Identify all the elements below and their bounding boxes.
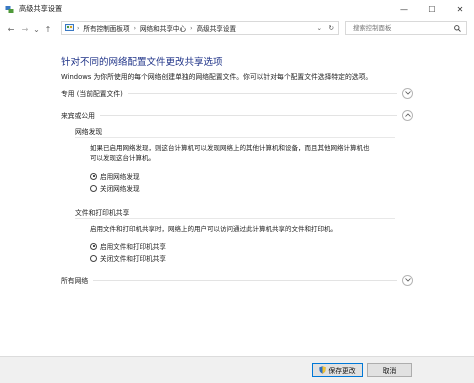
- network-discovery-desc-line2: 可以发现这台计算机。: [90, 154, 155, 162]
- back-arrow-icon: ←: [7, 24, 15, 34]
- search-box[interactable]: [345, 21, 467, 35]
- radio-enable-network-discovery[interactable]: 启用网络发现: [90, 171, 140, 181]
- control-panel-icon: [65, 24, 74, 32]
- radio-disable-file-printer-sharing[interactable]: 关闭文件和打印机共享: [90, 253, 166, 263]
- uac-shield-icon: [319, 366, 327, 374]
- network-discovery-desc-line1: 如果已启用网络发现，则这台计算机可以发现网络上的其他计算机和设备，而且其他网络计…: [90, 144, 370, 152]
- breadcrumb-all-control-panel-items[interactable]: 所有控制面板项: [83, 23, 129, 33]
- title-bar: 高级共享设置 — ☐ ✕: [0, 0, 474, 18]
- breadcrumb-separator-icon: ›: [190, 24, 193, 32]
- page-description: Windows 为你所使用的每个网络创建单独的网络配置文件。你可以针对每个配置文…: [61, 73, 373, 81]
- collapse-chevron-icon[interactable]: [402, 109, 413, 121]
- radio-label: 关闭文件和打印机共享: [100, 255, 166, 263]
- section-divider: [99, 114, 397, 116]
- breadcrumb-separator-icon: ›: [133, 24, 136, 32]
- section-divider: [127, 92, 397, 94]
- address-dropdown-icon[interactable]: ⌄: [316, 24, 322, 32]
- section-private-label: 专用 (当前配置文件): [61, 90, 123, 98]
- network-discovery-title: 网络发现: [75, 128, 103, 136]
- file-printer-sharing-description: 启用文件和打印机共享时，网络上的用户可以访问通过此计算机共享的文件和打印机。: [90, 225, 337, 233]
- section-divider: [93, 279, 397, 281]
- expand-chevron-icon[interactable]: [402, 87, 413, 99]
- up-arrow-icon: ↑: [44, 24, 52, 34]
- chevron-down-icon: ⌄: [33, 24, 40, 34]
- recent-locations-button[interactable]: ⌄: [32, 22, 41, 36]
- network-discovery-description: 如果已启用网络发现，则这台计算机可以发现网络上的其他计算机和设备，而且其他网络计…: [90, 143, 415, 163]
- radio-unselected-icon[interactable]: [90, 184, 97, 192]
- radio-selected-icon[interactable]: [90, 172, 97, 180]
- search-icon: [454, 25, 461, 34]
- address-bar[interactable]: › 所有控制面板项 › 网络和共享中心 › 高级共享设置 ⌄ ↻: [61, 21, 339, 35]
- minimize-button[interactable]: —: [390, 0, 418, 18]
- subsection-divider: [75, 137, 395, 138]
- file-printer-sharing-title: 文件和打印机共享: [75, 209, 130, 217]
- save-changes-button[interactable]: 保存更改: [312, 363, 363, 377]
- breadcrumb-network-sharing-center[interactable]: 网络和共享中心: [140, 23, 186, 33]
- section-all-networks[interactable]: 所有网络: [61, 274, 413, 286]
- back-button[interactable]: ←: [4, 22, 18, 36]
- radio-disable-network-discovery[interactable]: 关闭网络发现: [90, 183, 140, 193]
- forward-arrow-icon: →: [21, 24, 29, 34]
- section-private[interactable]: 专用 (当前配置文件): [61, 87, 413, 99]
- radio-label: 启用文件和打印机共享: [100, 243, 166, 251]
- window-title: 高级共享设置: [19, 4, 63, 13]
- save-changes-label: 保存更改: [328, 367, 356, 375]
- breadcrumb-advanced-sharing[interactable]: 高级共享设置: [197, 23, 237, 33]
- refresh-icon[interactable]: ↻: [328, 24, 334, 32]
- radio-enable-file-printer-sharing[interactable]: 启用文件和打印机共享: [90, 241, 166, 251]
- cancel-button[interactable]: 取消: [367, 363, 412, 377]
- radio-unselected-icon[interactable]: [90, 254, 97, 262]
- radio-label: 关闭网络发现: [100, 185, 140, 193]
- radio-label: 启用网络发现: [100, 173, 140, 181]
- search-input[interactable]: [351, 23, 455, 33]
- maximize-button[interactable]: ☐: [418, 0, 446, 18]
- subsection-divider: [75, 218, 395, 219]
- footer-bar: 保存更改 取消: [0, 356, 474, 383]
- expand-chevron-icon[interactable]: [402, 274, 413, 286]
- radio-selected-icon[interactable]: [90, 242, 97, 250]
- forward-button[interactable]: →: [18, 22, 32, 36]
- page-title: 针对不同的网络配置文件更改共享选项: [61, 57, 223, 68]
- up-button[interactable]: ↑: [41, 22, 55, 36]
- close-button[interactable]: ✕: [446, 0, 474, 18]
- navigation-bar: ← → ⌄ ↑ › 所有控制面板项 › 网络和共享中心 › 高级共享设置 ⌄ ↻: [0, 20, 474, 38]
- section-all-networks-label: 所有网络: [61, 277, 89, 285]
- section-guest-public[interactable]: 来宾或公用: [61, 109, 413, 121]
- network-share-icon: [5, 5, 14, 14]
- section-guest-public-label: 来宾或公用: [61, 112, 95, 120]
- breadcrumb-separator-icon: ›: [77, 24, 80, 32]
